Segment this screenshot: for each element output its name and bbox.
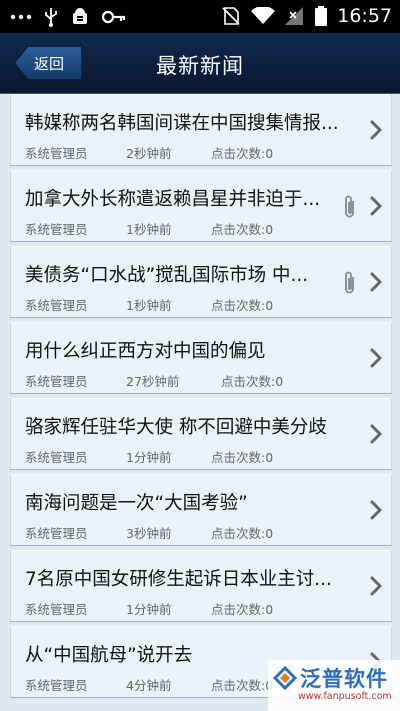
news-title: 7名原中国女研修生起诉日本业主讨... — [25, 569, 332, 590]
more-dots-icon — [10, 5, 32, 29]
news-title: 南海问题是一次“大国考验” — [25, 493, 248, 514]
news-title: 骆家辉任驻华大使 称不回避中美分歧 — [25, 417, 327, 438]
news-author: 系统管理员 — [25, 602, 88, 617]
key-icon — [102, 5, 126, 29]
news-clicks: 点击次数:0 — [211, 526, 274, 541]
paperclip-icon — [345, 195, 354, 218]
status-bar: 16:57 — [0, 0, 400, 33]
news-time: 1秒钟前 — [126, 298, 172, 313]
news-time: 3秒钟前 — [126, 526, 172, 541]
news-item[interactable]: 美债务“口水战”搅乱国际市场 中... 系统管理员 1秒钟前 点击次数:0 — [10, 246, 392, 318]
news-clicks: 点击次数:0 — [211, 298, 274, 313]
usb-icon — [44, 5, 58, 29]
paperclip-icon — [345, 271, 354, 294]
signal-icon — [285, 4, 305, 28]
chevron-right-icon — [370, 500, 382, 520]
no-sim-icon — [221, 4, 241, 28]
news-time: 27秒钟前 — [126, 374, 180, 389]
news-time: 1秒钟前 — [126, 222, 172, 237]
chevron-right-icon — [370, 576, 382, 596]
watermark-brand: 泛普软件 — [300, 667, 388, 691]
watermark: 泛普软件 www.fanpusoft.com — [268, 660, 400, 711]
news-list: 韩媒称两名韩国间谍在中国搜集情报... 系统管理员 2秒钟前 点击次数:0 加拿… — [0, 94, 400, 702]
news-clicks: 点击次数:0 — [211, 602, 274, 617]
news-author: 系统管理员 — [25, 298, 88, 313]
news-author: 系统管理员 — [25, 146, 88, 161]
news-title: 加拿大外长称遣返赖昌星并非迫于... — [25, 189, 321, 210]
news-clicks: 点击次数:0 — [211, 450, 274, 465]
news-author: 系统管理员 — [25, 450, 88, 465]
news-clicks: 点击次数:0 — [221, 374, 284, 389]
news-author: 系统管理员 — [25, 678, 88, 693]
news-author: 系统管理员 — [25, 374, 88, 389]
news-item[interactable]: 骆家辉任驻华大使 称不回避中美分歧 系统管理员 1分钟前 点击次数:0 — [10, 398, 392, 470]
news-title: 韩媒称两名韩国间谍在中国搜集情报... — [25, 113, 339, 134]
chevron-right-icon — [370, 196, 382, 216]
news-title: 美债务“口水战”搅乱国际市场 中... — [25, 265, 309, 286]
news-clicks: 点击次数:0 — [211, 222, 274, 237]
news-clicks: 点击次数:0 — [211, 678, 274, 693]
news-clicks: 点击次数:0 — [211, 146, 274, 161]
page-title: 最新新闻 — [156, 54, 244, 78]
chevron-right-icon — [370, 120, 382, 140]
news-time: 2秒钟前 — [126, 146, 172, 161]
news-author: 系统管理员 — [25, 222, 88, 237]
wifi-icon — [251, 4, 276, 28]
news-item[interactable]: 加拿大外长称遣返赖昌星并非迫于... 系统管理员 1秒钟前 点击次数:0 — [10, 170, 392, 242]
news-author: 系统管理员 — [25, 526, 88, 541]
news-item[interactable]: 用什么纠正西方对中国的偏见 系统管理员 27秒钟前 点击次数:0 — [10, 322, 392, 394]
fanpu-logo-icon — [272, 665, 298, 691]
news-item[interactable]: 韩媒称两名韩国间谍在中国搜集情报... 系统管理员 2秒钟前 点击次数:0 — [10, 94, 392, 166]
news-item[interactable]: 南海问题是一次“大国考验” 系统管理员 3秒钟前 点击次数:0 — [10, 474, 392, 546]
chevron-right-icon — [370, 272, 382, 292]
news-item[interactable]: 7名原中国女研修生起诉日本业主讨... 系统管理员 1分钟前 点击次数:0 — [10, 550, 392, 622]
news-time: 4分钟前 — [126, 678, 172, 693]
title-bar: 返回 最新新闻 — [0, 33, 400, 94]
android-debug-icon — [70, 5, 90, 29]
chevron-right-icon — [370, 424, 382, 444]
news-title: 用什么纠正西方对中国的偏见 — [25, 341, 266, 362]
chevron-right-icon — [370, 348, 382, 368]
watermark-url: www.fanpusoft.com — [298, 691, 392, 702]
news-time: 1分钟前 — [126, 602, 172, 617]
news-time: 1分钟前 — [126, 450, 172, 465]
clock: 16:57 — [337, 5, 392, 27]
battery-icon — [315, 4, 328, 28]
